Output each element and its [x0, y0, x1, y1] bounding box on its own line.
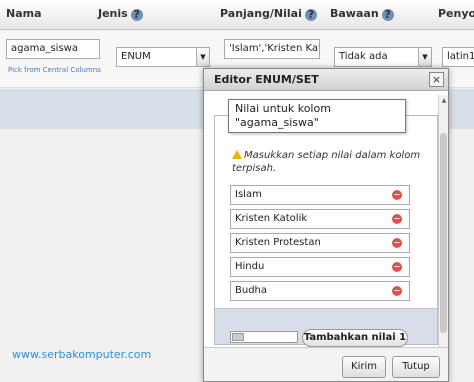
- delete-value-icon[interactable]: −: [392, 214, 402, 224]
- chevron-down-icon: ▼: [196, 48, 209, 66]
- header-type-label: Jenis: [98, 7, 128, 20]
- default-select[interactable]: Tidak ada ▼: [334, 47, 432, 67]
- header-type: Jenis?: [98, 7, 143, 21]
- values-count-slider[interactable]: [230, 331, 298, 343]
- column-tooltip: Nilai untuk kolom "agama_siswa": [228, 99, 406, 133]
- tooltip-line-1: Nilai untuk kolom: [235, 102, 331, 115]
- value-input-1[interactable]: Islam: [230, 185, 410, 205]
- add-values-button[interactable]: Tambahkan nilai 1: [302, 329, 408, 347]
- header-name: Nama: [6, 7, 42, 20]
- header-length-label: Panjang/Nilai: [220, 7, 302, 20]
- collation-select[interactable]: latin1_: [442, 47, 474, 67]
- hint-text: Masukkan setiap nilai dalam kolom terpis…: [232, 149, 432, 175]
- value-input-4[interactable]: Hindu: [230, 257, 410, 277]
- dialog-scrollbar[interactable]: ▲ ▼: [438, 95, 448, 371]
- header-length: Panjang/Nilai?: [220, 7, 317, 21]
- scroll-thumb[interactable]: [440, 133, 447, 333]
- header-collation: Penyort: [438, 7, 474, 20]
- dialog-titlebar[interactable]: Editor ENUM/SET ×: [204, 69, 448, 91]
- help-icon[interactable]: ?: [381, 9, 394, 21]
- warning-icon: [232, 150, 242, 159]
- column-header-bar: Nama Jenis? Panjang/Nilai? Bawaan? Penyo…: [0, 0, 474, 30]
- scroll-up-icon[interactable]: ▲: [440, 97, 448, 105]
- hint-label: Masukkan setiap nilai dalam kolom terpis…: [232, 150, 421, 174]
- column-name-input[interactable]: agama_siswa: [6, 39, 100, 59]
- submit-button[interactable]: Kirim: [342, 356, 386, 378]
- help-icon[interactable]: ?: [304, 9, 317, 21]
- dialog-title: Editor ENUM/SET: [214, 73, 319, 86]
- column-type-select[interactable]: ENUM ▼: [116, 47, 210, 67]
- tooltip-line-2: "agama_siswa": [235, 116, 319, 129]
- dialog-footer: Kirim Tutup: [204, 347, 448, 381]
- delete-value-icon[interactable]: −: [392, 238, 402, 248]
- length-values-input[interactable]: 'Islam','Kristen Katolik: [224, 39, 320, 59]
- central-columns-link[interactable]: Pick from Central Columns: [8, 66, 101, 74]
- column-type-value: ENUM: [121, 51, 151, 62]
- close-icon[interactable]: ×: [429, 72, 444, 87]
- delete-value-icon[interactable]: −: [392, 190, 402, 200]
- delete-value-icon[interactable]: −: [392, 286, 402, 296]
- slider-handle[interactable]: [232, 333, 244, 341]
- default-value: Tidak ada: [339, 51, 388, 62]
- close-button[interactable]: Tutup: [392, 356, 440, 378]
- header-default: Bawaan?: [330, 7, 394, 21]
- value-input-3[interactable]: Kristen Protestan: [230, 233, 410, 253]
- chevron-down-icon: ▼: [418, 48, 431, 66]
- enum-set-editor-dialog: Editor ENUM/SET × Nilai untuk kolom "aga…: [203, 68, 449, 382]
- delete-value-icon[interactable]: −: [392, 262, 402, 272]
- watermark: www.serbakomputer.com: [12, 348, 152, 361]
- value-input-5[interactable]: Budha: [230, 281, 410, 301]
- header-default-label: Bawaan: [330, 7, 379, 20]
- value-input-2[interactable]: Kristen Katolik: [230, 209, 410, 229]
- help-icon[interactable]: ?: [130, 9, 143, 21]
